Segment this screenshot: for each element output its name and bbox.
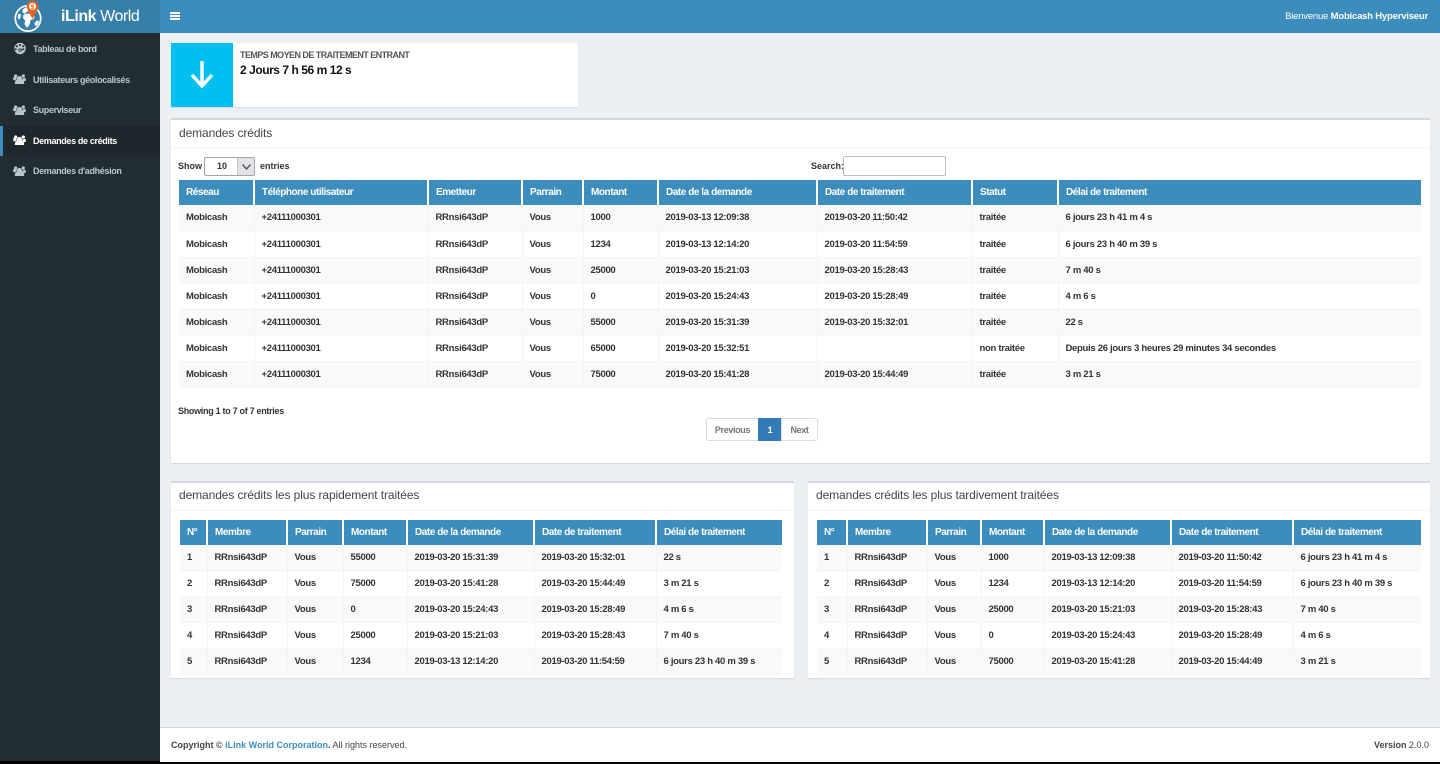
svg-text:$: $ (31, 4, 35, 11)
